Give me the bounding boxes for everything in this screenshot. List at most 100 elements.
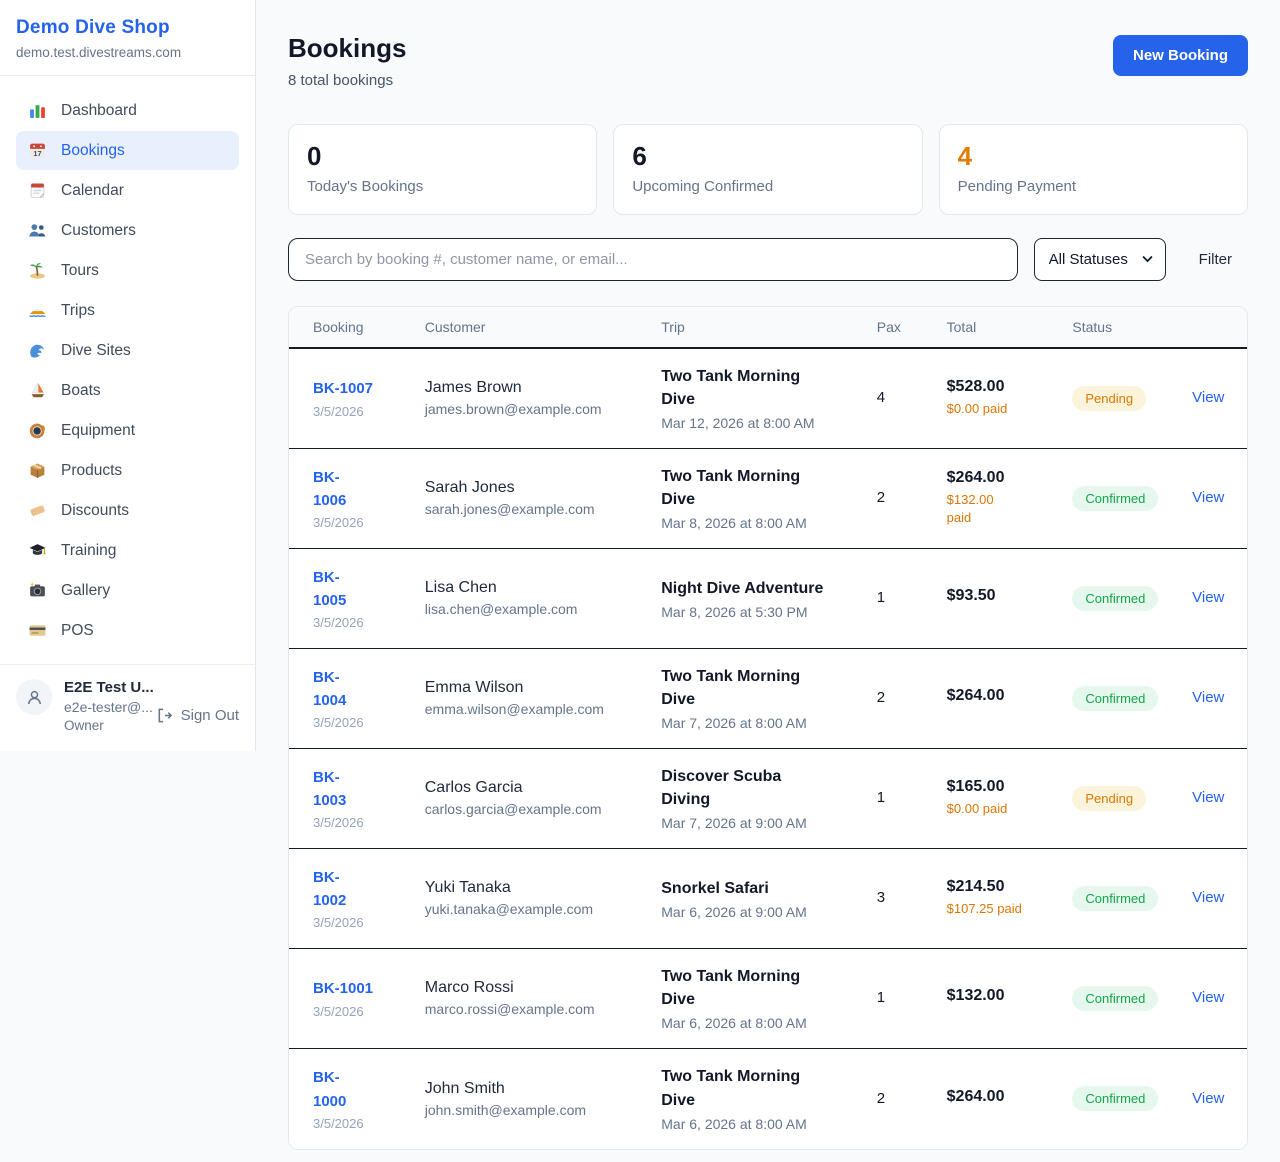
view-link[interactable]: View	[1192, 1090, 1224, 1107]
total-amount: $264.00	[947, 469, 1059, 487]
column-header-total: Total	[947, 319, 1073, 335]
view-link[interactable]: View	[1192, 789, 1224, 806]
page-header: Bookings 8 total bookings New Booking	[288, 33, 1248, 89]
total-amount: $264.00	[947, 687, 1059, 705]
view-link[interactable]: View	[1192, 589, 1224, 606]
sidebar-item-customers[interactable]: Customers	[16, 211, 239, 250]
booking-id-link[interactable]: BK-1007	[313, 377, 373, 400]
pax-count: 1	[877, 789, 885, 806]
stat-label: Upcoming Confirmed	[632, 178, 903, 195]
trip-datetime: Mar 7, 2026 at 8:00 AM	[661, 715, 863, 731]
column-header-status: Status	[1072, 319, 1192, 335]
sidebar-item-label: Dashboard	[61, 102, 137, 120]
table-row: BK- 1004 3/5/2026 Emma Wilson emma.wilso…	[289, 649, 1247, 749]
pax-count: 4	[877, 389, 885, 406]
table-row: BK- 1003 3/5/2026 Carlos Garcia carlos.g…	[289, 749, 1247, 849]
trip-name: Night Dive Adventure	[661, 577, 863, 600]
sidebar-item-discounts[interactable]: Discounts	[16, 491, 239, 530]
sidebar-item-label: Gallery	[61, 582, 110, 600]
sidebar-item-gallery[interactable]: Gallery	[16, 571, 239, 610]
search-input[interactable]	[288, 238, 1018, 281]
status-badge: Pending	[1072, 786, 1146, 811]
pax-count: 1	[877, 989, 885, 1006]
bookings-table: Booking Customer Trip Pax Total Status B…	[288, 306, 1248, 1150]
sidebar-item-calendar[interactable]: Calendar	[16, 171, 239, 210]
user-info: E2E Test U... e2e-tester@... Owner	[64, 679, 154, 733]
sidebar-item-boats[interactable]: Boats	[16, 371, 239, 410]
view-link[interactable]: View	[1192, 989, 1224, 1006]
customer-email: emma.wilson@example.com	[425, 701, 648, 717]
stat-card-todays-bookings: 0 Today's Bookings	[288, 124, 597, 215]
sidebar-item-pos[interactable]: POS	[16, 611, 239, 650]
view-link[interactable]: View	[1192, 489, 1224, 506]
pax-count: 2	[877, 1090, 885, 1107]
pax-count: 2	[877, 689, 885, 706]
paid-amount: $132.00 paid	[947, 491, 1059, 527]
stat-label: Pending Payment	[958, 178, 1229, 195]
stat-label: Today's Bookings	[307, 178, 578, 195]
view-link[interactable]: View	[1192, 389, 1224, 406]
sidebar-item-label: Tours	[61, 262, 99, 280]
user-section: E2E Test U... e2e-tester@... Owner Sign …	[0, 665, 255, 751]
sidebar-item-equipment[interactable]: Equipment	[16, 411, 239, 450]
stat-card-upcoming-confirmed: 6 Upcoming Confirmed	[613, 124, 922, 215]
new-booking-button[interactable]: New Booking	[1113, 35, 1248, 76]
main-content: Bookings 8 total bookings New Booking 0 …	[288, 0, 1248, 1150]
sidebar-item-products[interactable]: Products	[16, 451, 239, 490]
trip-datetime: Mar 8, 2026 at 8:00 AM	[661, 515, 863, 531]
calendar-date-icon: 17	[28, 141, 47, 160]
column-header-trip: Trip	[661, 319, 877, 335]
booking-id-link[interactable]: BK- 1003	[313, 766, 346, 813]
status-badge: Confirmed	[1072, 586, 1158, 611]
customer-name: Marco Rossi	[425, 979, 648, 997]
credit-card-icon	[28, 621, 47, 640]
filter-button[interactable]: Filter	[1199, 251, 1232, 268]
user-role: Owner	[64, 718, 154, 733]
trip-datetime: Mar 8, 2026 at 5:30 PM	[661, 604, 863, 620]
svg-text:17: 17	[33, 149, 41, 158]
people-icon	[28, 221, 47, 240]
status-badge: Pending	[1072, 386, 1146, 411]
table-row: BK- 1005 3/5/2026 Lisa Chen lisa.chen@ex…	[289, 549, 1247, 649]
sidebar-item-label: Dive Sites	[61, 342, 131, 360]
trip-name: Two Tank Morning Dive	[661, 465, 863, 511]
customer-email: sarah.jones@example.com	[425, 501, 648, 517]
person-icon	[25, 688, 44, 707]
paid-amount: $0.00 paid	[947, 400, 1059, 418]
sidebar-nav: Dashboard 17 Bookings Calendar Customers…	[0, 76, 255, 664]
view-link[interactable]: View	[1192, 889, 1224, 906]
sidebar-item-trips[interactable]: Trips	[16, 291, 239, 330]
booking-id-link[interactable]: BK- 1000	[313, 1066, 346, 1113]
sidebar-item-label: Bookings	[61, 142, 125, 160]
column-header-customer: Customer	[425, 319, 662, 335]
booking-id-link[interactable]: BK- 1005	[313, 566, 346, 613]
status-select[interactable]: All Statuses	[1034, 238, 1166, 281]
sidebar-item-bookings[interactable]: 17 Bookings	[16, 131, 239, 170]
booking-id-link[interactable]: BK- 1004	[313, 666, 346, 713]
sailboat-icon	[28, 381, 47, 400]
booking-date: 3/5/2026	[313, 1004, 425, 1019]
sign-out-button[interactable]: Sign Out	[156, 707, 239, 724]
avatar	[16, 679, 52, 715]
paid-amount: $0.00 paid	[947, 800, 1059, 818]
stat-card-pending-payment: 4 Pending Payment	[939, 124, 1248, 215]
sidebar-item-dive-sites[interactable]: Dive Sites	[16, 331, 239, 370]
booking-date: 3/5/2026	[313, 715, 425, 730]
booking-id-link[interactable]: BK- 1002	[313, 866, 346, 913]
table-row: BK- 1000 3/5/2026 John Smith john.smith@…	[289, 1049, 1247, 1149]
sidebar-item-dashboard[interactable]: Dashboard	[16, 91, 239, 130]
customer-email: john.smith@example.com	[425, 1102, 648, 1118]
island-icon	[28, 261, 47, 280]
user-name: E2E Test U...	[64, 679, 154, 696]
table-row: BK-1007 3/5/2026 James Brown james.brown…	[289, 349, 1247, 449]
sidebar-item-label: Calendar	[61, 182, 124, 200]
total-amount: $264.00	[947, 1088, 1059, 1106]
view-link[interactable]: View	[1192, 689, 1224, 706]
trip-datetime: Mar 7, 2026 at 9:00 AM	[661, 815, 863, 831]
sidebar-item-training[interactable]: Training	[16, 531, 239, 570]
sidebar-item-label: Training	[61, 542, 116, 560]
sidebar-item-tours[interactable]: Tours	[16, 251, 239, 290]
booking-id-link[interactable]: BK-1001	[313, 977, 373, 1000]
booking-id-link[interactable]: BK- 1006	[313, 466, 346, 513]
table-header: Booking Customer Trip Pax Total Status	[289, 307, 1247, 349]
